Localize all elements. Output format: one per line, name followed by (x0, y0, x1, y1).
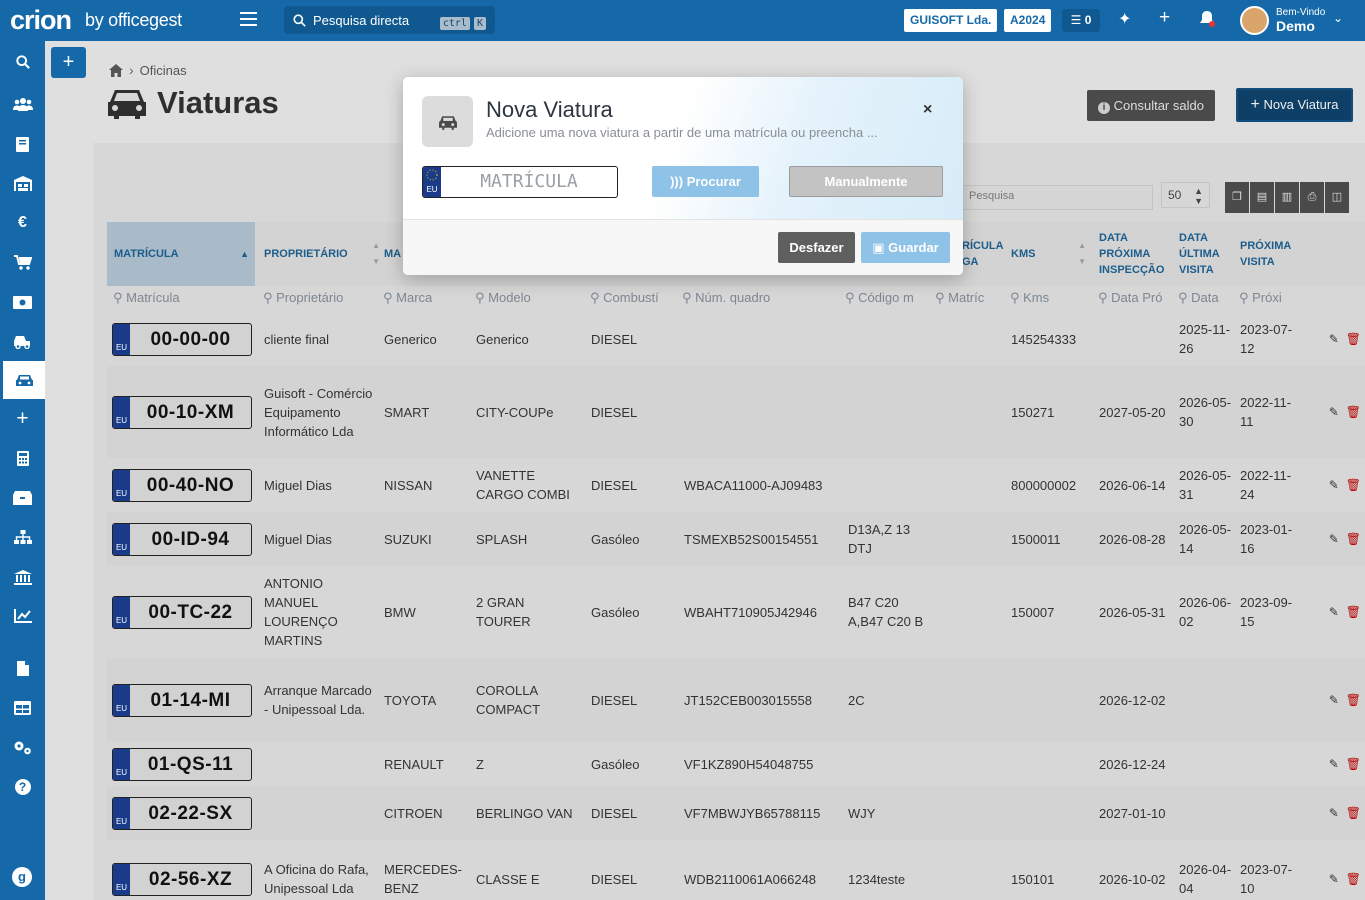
matricula-input[interactable]: EU MATRÍCULA (422, 166, 618, 198)
matricula-placeholder: MATRÍCULA (480, 171, 578, 192)
desfazer-button[interactable]: Desfazer (778, 232, 855, 263)
modal-footer: Desfazer ▣ Guardar (403, 219, 963, 275)
nova-viatura-modal: Nova Viatura Adicione uma nova viatura a… (403, 77, 963, 275)
save-icon: ▣ (872, 240, 885, 255)
rss-icon: ))) (670, 174, 684, 189)
modal-title: Nova Viatura (486, 97, 613, 122)
procurar-label: Procurar (686, 174, 741, 189)
close-icon[interactable]: × (923, 101, 932, 119)
modal-header: Nova Viatura Adicione uma nova viatura a… (403, 77, 963, 219)
eu-flag-icon: EU (423, 167, 441, 197)
manualmente-button[interactable]: Manualmente (789, 166, 943, 197)
procurar-button[interactable]: ))) Procurar (652, 166, 759, 197)
eu-label: EU (426, 185, 438, 194)
modal-subtitle: Adicione uma nova viatura a partir de um… (486, 125, 878, 140)
guardar-label: Guardar (888, 240, 939, 255)
guardar-button[interactable]: ▣ Guardar (861, 232, 950, 263)
car-icon (422, 96, 473, 147)
